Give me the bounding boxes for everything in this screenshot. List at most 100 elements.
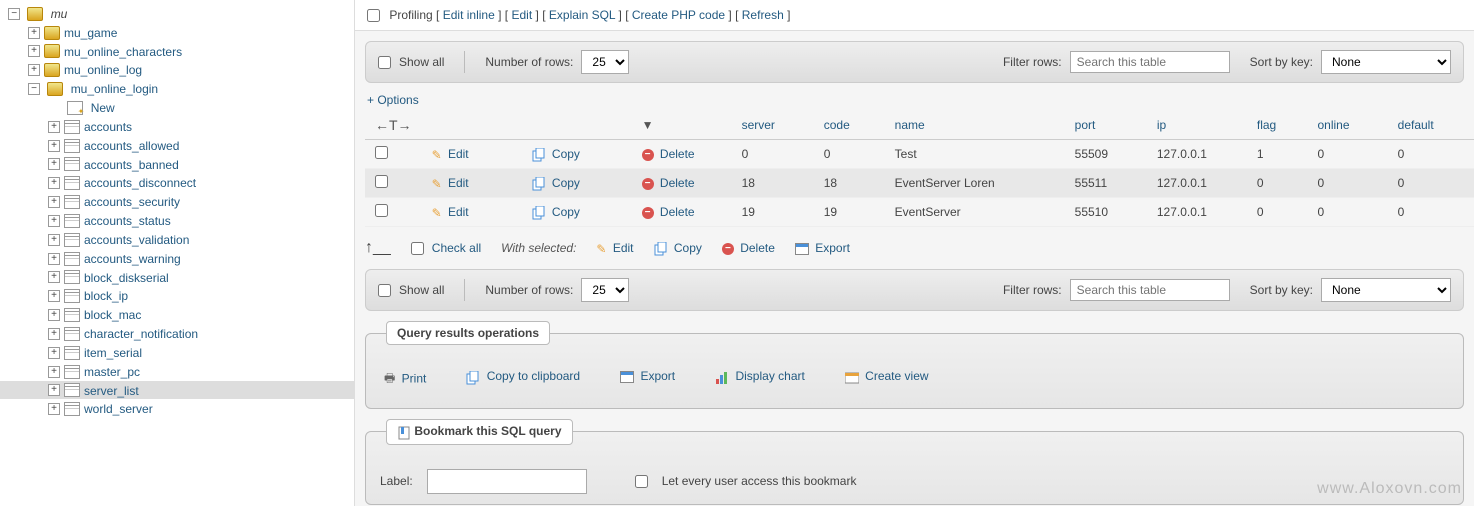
bulk-delete[interactable]: − Delete: [722, 241, 775, 255]
expand-icon[interactable]: +: [48, 403, 60, 415]
col-code[interactable]: code: [824, 118, 850, 132]
table-icon: [64, 365, 80, 379]
col-flag[interactable]: flag: [1257, 118, 1276, 132]
expand-icon[interactable]: +: [28, 64, 40, 76]
tree-table[interactable]: +accounts_status: [0, 211, 354, 230]
check-all-checkbox[interactable]: [411, 242, 424, 255]
tree-table[interactable]: +server_list: [0, 381, 354, 400]
row-copy[interactable]: Copy: [532, 147, 580, 161]
tree-db[interactable]: +mu_game: [0, 23, 354, 42]
tree-table[interactable]: +accounts_allowed: [0, 136, 354, 155]
tree-table[interactable]: +accounts_validation: [0, 230, 354, 249]
tree-db[interactable]: +mu_online_log: [0, 60, 354, 79]
profiling-checkbox[interactable]: [367, 9, 380, 22]
tree-table[interactable]: +item_serial: [0, 343, 354, 362]
tree-db[interactable]: + mu_online_characters: [0, 42, 354, 61]
table-icon: [64, 252, 80, 266]
check-all-link[interactable]: Check all: [432, 241, 481, 255]
tree-table[interactable]: +block_mac: [0, 305, 354, 324]
expand-icon[interactable]: +: [48, 328, 60, 340]
tree-root[interactable]: − mu: [0, 4, 354, 23]
profiling-link[interactable]: Create PHP code: [632, 8, 725, 22]
col-port[interactable]: port: [1075, 118, 1096, 132]
tree-table[interactable]: +accounts: [0, 117, 354, 136]
bookmark-input[interactable]: [427, 469, 587, 494]
tree-table[interactable]: +character_notification: [0, 324, 354, 343]
row-delete[interactable]: − Delete: [642, 205, 695, 219]
row-edit[interactable]: ✎ Edit: [432, 205, 469, 219]
expand-icon[interactable]: +: [48, 140, 60, 152]
collapse-icon[interactable]: −: [28, 83, 40, 95]
col-name[interactable]: name: [895, 118, 925, 132]
row-checkbox[interactable]: [375, 204, 388, 217]
bulk-copy[interactable]: Copy: [654, 241, 702, 256]
expand-icon[interactable]: +: [48, 271, 60, 283]
tree-table[interactable]: +accounts_disconnect: [0, 173, 354, 192]
expand-icon[interactable]: +: [48, 309, 60, 321]
expand-icon[interactable]: +: [48, 366, 60, 378]
num-rows-select[interactable]: 25: [581, 50, 629, 74]
row-checkbox[interactable]: [375, 175, 388, 188]
show-all-checkbox[interactable]: [378, 56, 391, 69]
tree-table[interactable]: +world_server: [0, 399, 354, 418]
filter-input[interactable]: [1070, 51, 1230, 73]
row-copy[interactable]: Copy: [532, 176, 580, 190]
tree-table[interactable]: +master_pc: [0, 362, 354, 381]
nav-arrows-icon[interactable]: ←T→: [375, 117, 412, 133]
collapse-icon[interactable]: −: [8, 8, 20, 20]
tree-table[interactable]: +block_diskserial: [0, 268, 354, 287]
row-edit[interactable]: ✎ Edit: [432, 147, 469, 161]
expand-icon[interactable]: +: [28, 45, 40, 57]
expand-icon[interactable]: +: [48, 196, 60, 208]
copy-clipboard-link[interactable]: Copy to clipboard: [466, 369, 580, 390]
export-link[interactable]: Export: [620, 369, 675, 390]
export-icon: [795, 243, 809, 255]
tree-table[interactable]: +accounts_warning: [0, 249, 354, 268]
expand-icon[interactable]: +: [48, 234, 60, 246]
filter-input-2[interactable]: [1070, 279, 1230, 301]
col-online[interactable]: online: [1317, 118, 1349, 132]
expand-icon[interactable]: +: [48, 253, 60, 265]
database-icon: [47, 82, 63, 96]
col-server[interactable]: server: [742, 118, 775, 132]
bulk-edit[interactable]: ✎ Edit: [596, 241, 633, 256]
sort-select-2[interactable]: None: [1321, 278, 1451, 302]
row-checkbox[interactable]: [375, 146, 388, 159]
expand-icon[interactable]: +: [48, 177, 60, 189]
tree-table[interactable]: +accounts_banned: [0, 155, 354, 174]
tree-table[interactable]: + block_ip: [0, 286, 354, 305]
tree-db-label: mu_online_characters: [64, 44, 182, 58]
profiling-link[interactable]: Explain SQL: [549, 8, 615, 22]
tree-table-label: block_ip: [84, 289, 128, 303]
expand-icon[interactable]: +: [48, 290, 60, 302]
expand-icon[interactable]: +: [48, 347, 60, 359]
bookmark-public-checkbox[interactable]: [635, 475, 648, 488]
sort-desc-icon[interactable]: ▼: [642, 118, 654, 132]
tree-db-expanded[interactable]: − mu_online_login: [0, 79, 354, 98]
create-view-link[interactable]: Create view: [845, 369, 929, 390]
tree-table[interactable]: +accounts_security: [0, 192, 354, 211]
num-rows-select-2[interactable]: 25: [581, 278, 629, 302]
col-ip[interactable]: ip: [1157, 118, 1166, 132]
row-delete[interactable]: − Delete: [642, 176, 695, 190]
expand-icon[interactable]: +: [48, 215, 60, 227]
sort-select[interactable]: None: [1321, 50, 1451, 74]
tree-new[interactable]: New: [0, 98, 354, 117]
cell-flag: 0: [1247, 198, 1308, 227]
profiling-link[interactable]: Refresh: [742, 8, 784, 22]
expand-icon[interactable]: +: [28, 27, 40, 39]
expand-icon[interactable]: +: [48, 384, 60, 396]
expand-icon[interactable]: +: [48, 121, 60, 133]
profiling-link[interactable]: Edit inline: [443, 8, 495, 22]
chart-link[interactable]: Display chart: [715, 369, 805, 390]
row-delete[interactable]: − Delete: [642, 147, 695, 161]
options-link[interactable]: + Options: [367, 93, 1462, 107]
row-edit[interactable]: ✎ Edit: [432, 176, 469, 190]
bulk-export[interactable]: Export: [795, 241, 850, 255]
col-default[interactable]: default: [1398, 118, 1434, 132]
show-all-checkbox-2[interactable]: [378, 284, 391, 297]
row-copy[interactable]: Copy: [532, 205, 580, 219]
expand-icon[interactable]: +: [48, 158, 60, 170]
print-link[interactable]: 🖶 Print: [384, 369, 426, 390]
profiling-link[interactable]: Edit: [511, 8, 532, 22]
